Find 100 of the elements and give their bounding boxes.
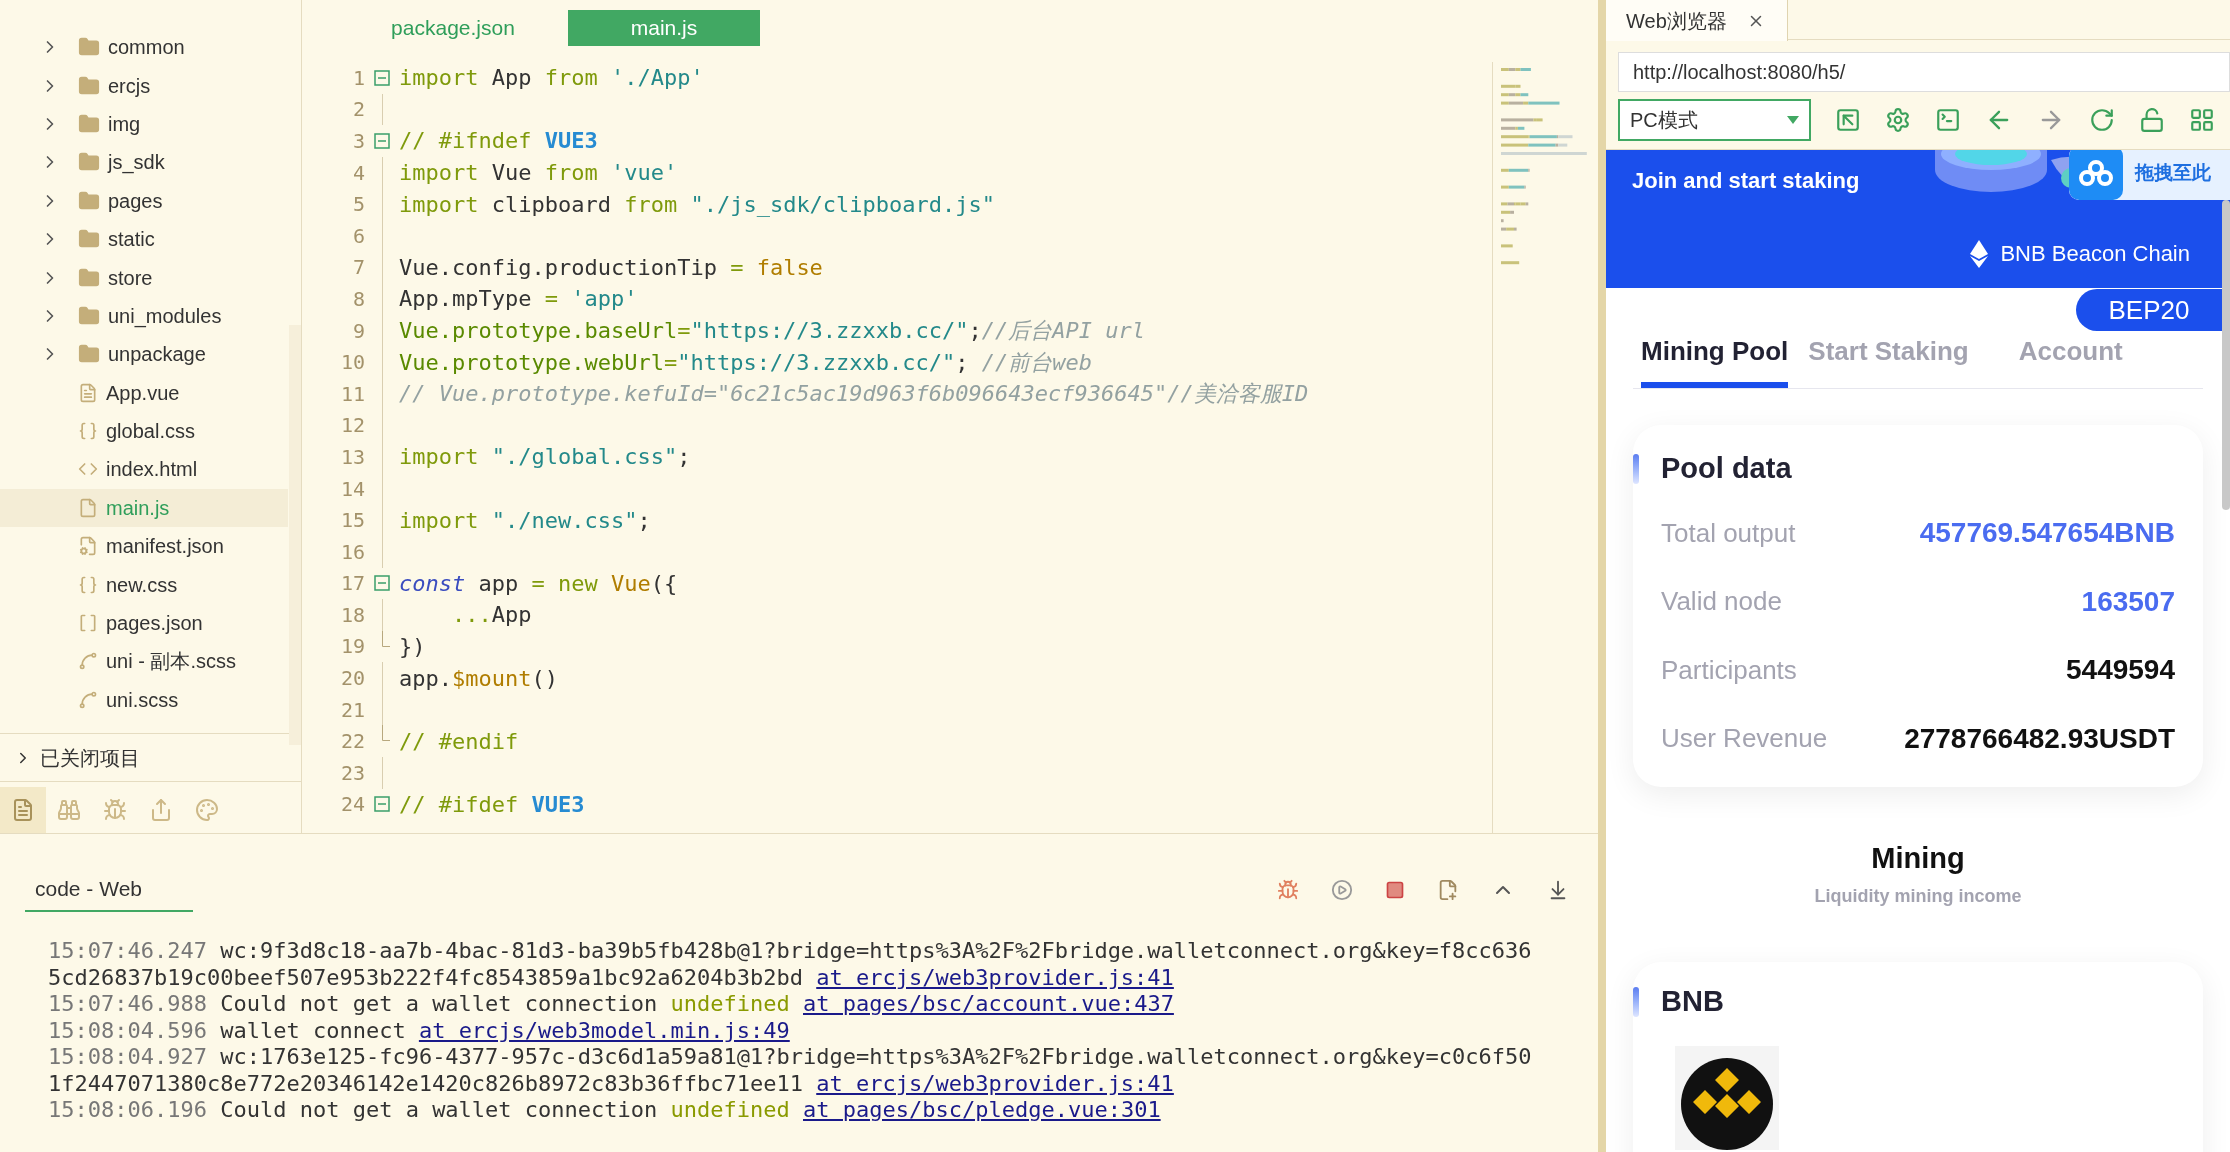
file-tree-item[interactable]: img	[0, 104, 288, 144]
file-tree-item[interactable]: App.vue	[0, 373, 288, 412]
fold-icon[interactable]	[374, 796, 390, 813]
folder-icon	[78, 304, 100, 327]
line-number: 16	[339, 538, 365, 566]
stat-value: 163507	[2081, 584, 2175, 619]
file-tree-item[interactable]: index.html	[0, 450, 288, 489]
log-entry: 15:08:04.596 wallet connect at ercjs/web3model.min.js:49	[48, 1017, 791, 1044]
line-number: 1	[351, 64, 365, 92]
binoculars-icon	[57, 798, 81, 822]
line-number: 2	[351, 96, 365, 124]
source-link[interactable]: at ercjs/web3provider.js:41	[816, 964, 1174, 990]
file-tree-item[interactable]: pages.json	[0, 603, 288, 643]
upload-overlay[interactable]: 拖拽至此	[2069, 150, 2230, 200]
file-tree-item[interactable]: global.css	[0, 411, 288, 451]
panel-tab[interactable]	[0, 787, 46, 833]
line-number: 7	[351, 254, 365, 282]
play-icon[interactable]	[1331, 879, 1353, 901]
line-number: 17	[339, 570, 365, 598]
file-tree-item[interactable]: uni - 副本.scss	[0, 642, 288, 681]
folder-icon	[78, 266, 100, 289]
code-line: })	[399, 633, 426, 661]
file-tree-item[interactable]: common	[0, 28, 288, 67]
scrollbar[interactable]	[2222, 200, 2230, 510]
line-number: 3	[351, 128, 365, 155]
resize-icon[interactable]	[1835, 107, 1861, 133]
line-number: 5	[351, 191, 365, 219]
settings-icon[interactable]	[1885, 107, 1911, 133]
scrollbar[interactable]	[289, 325, 301, 745]
swirl-icon	[78, 651, 98, 672]
file-tree-item[interactable]: uni.scss	[0, 680, 288, 720]
section-title: Mining	[1871, 841, 1965, 876]
banner-title: Join and start staking	[1632, 167, 1860, 195]
line-number: 4	[351, 159, 365, 187]
new-file-icon[interactable]	[1437, 879, 1459, 901]
stat-value: 5449594	[2066, 653, 2175, 688]
accent-bar	[1633, 986, 1639, 1017]
code-line: import App from './App'	[399, 64, 704, 93]
fold-icon[interactable]	[374, 575, 390, 592]
code-line: // #ifdef VUE3	[399, 790, 585, 819]
bug-icon[interactable]	[1277, 879, 1299, 901]
source-link[interactable]: at pages/bsc/account.vue:437	[803, 991, 1174, 1016]
code-line: import clipboard from "./js_sdk/clipboard.js"	[399, 190, 996, 219]
accent-bar	[1633, 454, 1639, 484]
console-tab[interactable]: code - Web	[25, 868, 193, 912]
line-number: 11	[339, 380, 365, 408]
source-link[interactable]: at ercjs/web3model.min.js:49	[418, 1017, 790, 1043]
source-link[interactable]: at pages/bsc/pledge.vue:301	[803, 1097, 1161, 1122]
code-line: ...App	[450, 601, 532, 630]
braces-icon	[78, 574, 98, 595]
stop-icon[interactable]	[1385, 880, 1405, 900]
line-number: 14	[339, 475, 365, 503]
log-entry: 15:07:46.988 Could not get a wallet connection undefined at pages/bsc/account.vue:437	[48, 991, 1175, 1018]
grid-icon[interactable]	[2189, 107, 2215, 133]
diamond-icon	[1970, 239, 1989, 268]
page-tab[interactable]: Mining Pool	[1641, 332, 1789, 388]
file-icon	[78, 382, 98, 403]
terminal-icon[interactable]	[1935, 107, 1961, 133]
reload-icon[interactable]	[2089, 107, 2115, 133]
line-number: 15	[339, 507, 365, 535]
code-line: // Vue.prototype.kefuId="6c21c5ac19d963f6b096643ecf936645"//美洽客服ID	[399, 380, 1309, 409]
browser-tab[interactable]: Web浏览器	[1606, 0, 1788, 41]
file-tree-item[interactable]: pages	[0, 181, 288, 220]
code-line: import "./global.css";	[399, 443, 691, 472]
line-number: 22	[339, 728, 365, 756]
swirl-icon	[78, 689, 98, 710]
unlock-icon[interactable]	[2139, 107, 2165, 133]
folder-icon	[78, 189, 100, 212]
code-line: Vue.prototype.baseUrl="https://3.zzxxb.cc/";//后台API url	[399, 317, 1146, 346]
share-icon	[149, 798, 173, 822]
mode-select[interactable]: PC模式	[1618, 99, 1811, 141]
network-badge: BEP20	[2076, 289, 2222, 331]
file-tree-item[interactable]: unpackage	[0, 335, 288, 374]
closed-projects-label[interactable]: 已关闭项目	[40, 742, 140, 773]
code-line: import Vue from 'vue'	[399, 159, 678, 188]
file-tree-item[interactable]: ercjs	[0, 66, 288, 105]
file-tree-item[interactable]: new.css	[0, 565, 288, 604]
fold-icon[interactable]	[374, 69, 390, 86]
card-title: Pool data	[1661, 451, 1792, 487]
code-line: Vue.prototype.webUrl="https://3.zzxxb.cc/"; //前台web	[399, 348, 1093, 377]
line-number: 19	[339, 633, 365, 661]
braces-icon	[78, 421, 98, 442]
source-link[interactable]: at ercjs/web3provider.js:41	[816, 1070, 1174, 1096]
file-tree-item[interactable]: static	[0, 219, 288, 259]
file-tree-item[interactable]: store	[0, 258, 288, 297]
files-icon	[11, 798, 35, 822]
code-line: // #endif	[399, 727, 519, 756]
fold-icon[interactable]	[374, 133, 390, 149]
file-tree-item[interactable]: js_sdk	[0, 143, 288, 182]
line-number: 13	[339, 443, 365, 471]
palette-icon	[195, 798, 219, 822]
chain-label: BNB Beacon Chain	[2000, 240, 2190, 268]
config-file-icon	[78, 536, 98, 557]
code-line: // #ifndef VUE3	[399, 127, 598, 156]
code-line: App.mpType = 'app'	[399, 285, 638, 314]
file-tree-item[interactable]: uni_modules	[0, 296, 288, 336]
url-field[interactable]: http://localhost:8080/h5/	[1618, 52, 2230, 92]
cloud-icon	[2079, 160, 2113, 186]
file-tree-item[interactable]: manifest.json	[0, 527, 288, 566]
card-title: BNB	[1661, 983, 1724, 1019]
